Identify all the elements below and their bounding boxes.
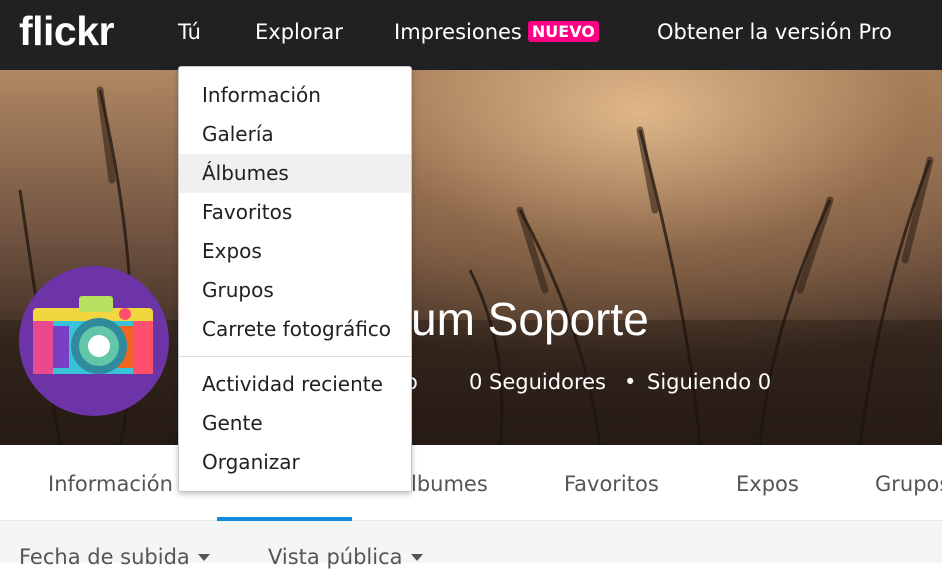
chevron-down-icon [410, 554, 423, 561]
menu-item-camera-roll[interactable]: Carrete fotográfico [179, 310, 411, 349]
upload-date-filter[interactable]: Fecha de subida [19, 545, 210, 569]
followers-count[interactable]: 0 Seguidores [469, 370, 606, 394]
filter-bar: Fecha de subida Vista pública [0, 521, 942, 569]
nav-explore[interactable]: Explorar [255, 20, 343, 44]
tab-groups[interactable]: Grupos [875, 472, 942, 496]
profile-subnav: Información lbumes Favoritos Expos Grupo… [0, 445, 942, 521]
profile-avatar[interactable] [19, 266, 169, 416]
menu-item-groups[interactable]: Grupos [179, 271, 411, 310]
upload-date-label: Fecha de subida [19, 545, 190, 569]
top-navigation-bar: flickr Tú Explorar Impresiones NUEVO Obte… [0, 0, 942, 70]
public-view-filter[interactable]: Vista pública [268, 545, 423, 569]
chevron-down-icon [197, 554, 210, 561]
menu-item-recent-activity[interactable]: Actividad reciente [179, 365, 411, 404]
menu-divider [179, 356, 411, 357]
new-badge: NUEVO [527, 21, 599, 42]
profile-name: um Soporte [411, 293, 649, 345]
cover-photo: um Soporte o 0 Seguidores • Siguiendo 0 [0, 70, 942, 445]
you-dropdown-menu: Información Galería Álbumes Favoritos Ex… [178, 66, 412, 492]
nav-get-pro[interactable]: Obtener la versión Pro [657, 20, 892, 44]
menu-item-gallery[interactable]: Galería [179, 115, 411, 154]
menu-item-favorites[interactable]: Favoritos [179, 193, 411, 232]
flickr-logo[interactable]: flickr [19, 8, 115, 55]
tab-albums[interactable]: lbumes [411, 472, 488, 496]
menu-item-albums[interactable]: Álbumes [179, 154, 411, 193]
menu-item-expos[interactable]: Expos [179, 232, 411, 271]
tab-favorites[interactable]: Favoritos [564, 472, 659, 496]
tab-galleries-expos[interactable]: Expos [736, 472, 799, 496]
menu-item-organize[interactable]: Organizar [179, 443, 411, 482]
public-view-label: Vista pública [268, 545, 403, 569]
following-count[interactable]: Siguiendo 0 [647, 370, 771, 394]
nav-you[interactable]: Tú [178, 20, 201, 44]
nav-prints[interactable]: Impresiones NUEVO [394, 20, 599, 44]
nav-prints-label: Impresiones [394, 20, 522, 44]
camera-icon [33, 296, 153, 374]
menu-item-people[interactable]: Gente [179, 404, 411, 443]
tab-about[interactable]: Información [48, 472, 173, 496]
menu-item-about[interactable]: Información [179, 76, 411, 115]
stat-separator: • [624, 370, 637, 394]
